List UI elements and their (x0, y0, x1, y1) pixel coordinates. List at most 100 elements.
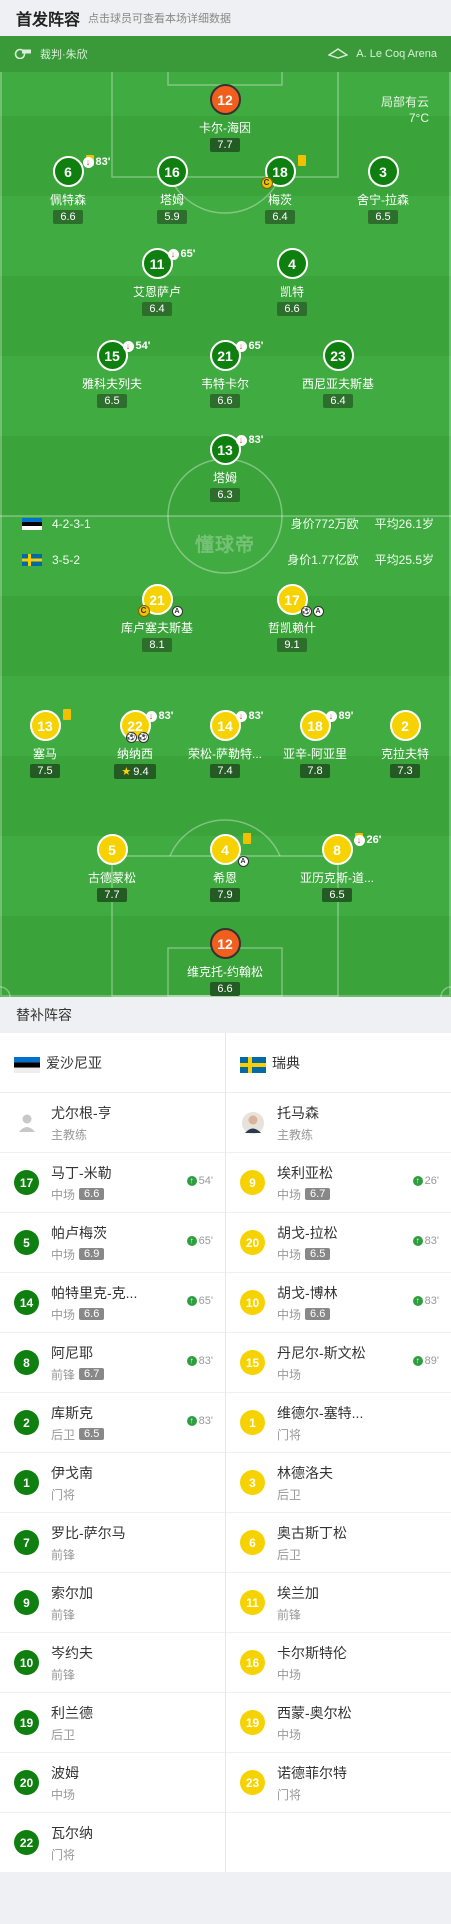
player-number: 10 (14, 1650, 39, 1675)
list-item[interactable]: 5 帕卢梅茨 中场 6.9 ↑ 65' (0, 1213, 225, 1273)
player-position: 中场 (51, 1247, 76, 1262)
assist-icon: A (312, 606, 324, 617)
list-item[interactable]: 2 库斯克 后卫 6.5 ↑ 83' (0, 1393, 225, 1453)
home-player-st[interactable]: 13 ↓ 83' 塔姆 6.3 (175, 434, 275, 502)
player-name: 帕卢梅茨 (51, 1224, 107, 1241)
sub-minute: 83' (248, 434, 264, 446)
weather-info: 局部有云 7°C (381, 94, 429, 126)
home-player-am1[interactable]: 15 ↓ 54' 雅科夫列夫 6.5 (62, 340, 162, 408)
player-name: 库卢塞夫斯基 (120, 621, 193, 635)
home-player-cb2[interactable]: 18 C 梅茨 6.4 (230, 155, 330, 224)
player-number: 2 (14, 1410, 39, 1435)
sub-out-icon: ↓ (235, 434, 247, 446)
away-coach[interactable]: 托马森 主教练 (226, 1093, 451, 1153)
home-player-am3[interactable]: 23 西尼亚夫斯基 6.4 (288, 340, 388, 408)
list-item[interactable]: 20 波姆 中场 (0, 1753, 225, 1813)
list-item[interactable]: 23 诺德菲尔特 门将 (226, 1753, 451, 1813)
away-player-lwb[interactable]: 2 克拉夫特 7.3 (355, 710, 451, 778)
sub-in-icon: ↑ (412, 1176, 423, 1186)
sub-in-icon: ↑ (412, 1296, 423, 1306)
away-player-cb2[interactable]: 4A 希恩 7.9 (175, 833, 275, 902)
list-item[interactable]: 10 胡戈-博林 中场 6.6 ↑ 83' (226, 1273, 451, 1333)
list-item[interactable]: 9 索尔加 前锋 (0, 1573, 225, 1633)
player-rating: 6.9 (79, 1248, 105, 1260)
player-rating: 6.4 (265, 210, 295, 224)
player-number: 9 (14, 1590, 39, 1615)
home-coach[interactable]: 尤尔根-亨 主教练 (0, 1093, 225, 1153)
player-number: 2 (389, 710, 421, 741)
list-item[interactable]: 22 瓦尔纳 门将 (0, 1813, 225, 1873)
lineup-header: 首发阵容 点击球员可查看本场详细数据 (0, 0, 451, 36)
player-rating: 9.4 (133, 765, 149, 778)
sub-out-icon: ↓ (325, 710, 337, 722)
player-name: 希恩 (212, 871, 237, 885)
player-rating: 6.7 (305, 1188, 331, 1200)
player-number: 1 (240, 1410, 265, 1435)
coach-name: 托马森 (277, 1104, 319, 1121)
player-number: 7 (14, 1530, 39, 1555)
list-item[interactable]: 20 胡戈-拉松 中场 6.5 ↑ 83' (226, 1213, 451, 1273)
player-name: 胡戈-博林 (277, 1284, 338, 1301)
list-item[interactable]: 6 奥古斯丁松 后卫 (226, 1513, 451, 1573)
sub-minute: 89' (424, 1355, 439, 1367)
player-number: 11 (149, 255, 165, 272)
home-player-rb[interactable]: 6 ↓ 83' 佩特森 6.6 (18, 155, 118, 224)
list-item[interactable]: 15 丹尼尔-斯文松 中场 ↑ 89' (226, 1333, 451, 1393)
player-position: 后卫 (51, 1427, 76, 1442)
away-player-rwb[interactable]: 13 塞马 7.5 (0, 709, 95, 778)
away-player-gk[interactable]: 12 维克托-约翰松 6.6 (175, 928, 275, 996)
list-item[interactable]: 19 西蒙-奥尔松 中场 (226, 1693, 451, 1753)
player-number: 12 (209, 84, 241, 115)
list-item[interactable]: 1 伊戈南 门将 (0, 1453, 225, 1513)
player-number: 21 (217, 347, 233, 364)
away-player-cb1[interactable]: 5 古德蒙松 7.7 (62, 834, 162, 902)
player-number: 1 (14, 1470, 39, 1495)
home-player-cb1[interactable]: 16 塔姆 5.9 (122, 156, 222, 224)
home-player-gk[interactable]: 12 卡尔-海因 7.7 (175, 84, 275, 152)
player-position: 后卫 (51, 1727, 76, 1742)
list-item[interactable]: 14 帕特里克-克... 中场 6.6 ↑ 65' (0, 1273, 225, 1333)
home-player-lb[interactable]: 3 舍宁-拉森 6.5 (333, 156, 433, 224)
away-value: 身价1.77亿欧 (287, 553, 359, 567)
away-bench-header: 瑞典 (226, 1033, 451, 1093)
assist-icon: A (237, 856, 249, 867)
sub-out-icon: ↓ (122, 340, 134, 352)
yellow-card-icon (297, 155, 306, 166)
list-item[interactable]: 3 林德洛夫 后卫 (226, 1453, 451, 1513)
list-item[interactable]: 10 岑约夫 前锋 (0, 1633, 225, 1693)
list-item[interactable]: 16 卡尔斯特伦 中场 (226, 1633, 451, 1693)
player-number: 9 (240, 1170, 265, 1195)
player-name: 利兰德 (51, 1704, 93, 1721)
player-number: 12 (209, 928, 241, 959)
player-rating: 6.5 (322, 888, 352, 902)
list-item[interactable]: 17 马丁-米勒 中场 6.6 ↑ 54' (0, 1153, 225, 1213)
player-name: 塔姆 (212, 471, 237, 485)
player-rating: 6.6 (79, 1188, 105, 1200)
player-rating: 7.3 (390, 764, 420, 778)
away-player-cm1[interactable]: 22 ↓ 83' ⚽ ⚽ 纳纳西 ★ 9.4 (85, 710, 185, 779)
sweden-flag-icon (22, 553, 42, 566)
home-player-dm2[interactable]: 4 凯特 6.6 (242, 248, 342, 316)
list-item[interactable]: 1 维德尔-塞特... 门将 (226, 1393, 451, 1453)
away-player-st1[interactable]: 21 C A 库卢塞夫斯基 8.1 (107, 584, 207, 652)
away-player-st2[interactable]: 17 ⚽ A 哲凯赖什 9.1 (242, 584, 342, 652)
player-name: 埃兰加 (277, 1584, 319, 1601)
away-player-cm2[interactable]: 14 ↓ 83' 荣松-萨勒特... 7.4 (175, 710, 275, 778)
away-player-cm3[interactable]: 18 ↓ 89' 亚辛-阿亚里 7.8 (265, 710, 365, 778)
list-item[interactable]: 11 埃兰加 前锋 (226, 1573, 451, 1633)
list-item[interactable]: 19 利兰德 后卫 (0, 1693, 225, 1753)
player-name: 岑约夫 (51, 1644, 93, 1661)
sub-in-icon: ↑ (412, 1356, 423, 1366)
list-item[interactable]: 7 罗比-萨尔马 前锋 (0, 1513, 225, 1573)
player-number: 15 (240, 1350, 265, 1375)
home-player-am2[interactable]: 21 ↓ 65' 韦特卡尔 6.6 (175, 340, 275, 408)
sub-minute: 83' (158, 710, 174, 722)
player-name: 雅科夫列夫 (81, 377, 142, 391)
sub-minute: 54' (135, 340, 151, 352)
list-item[interactable]: 8 阿尼耶 前锋 6.7 ↑ 83' (0, 1333, 225, 1393)
player-position: 门将 (277, 1787, 302, 1802)
away-player-cb3[interactable]: 8 ↓ 26' 亚历克斯-道... 6.5 (287, 833, 387, 902)
list-item[interactable]: 9 埃利亚松 中场 6.7 ↑ 26' (226, 1153, 451, 1213)
home-player-dm1[interactable]: 11 ↓ 65' 艾恩萨卢 6.4 (107, 248, 207, 316)
captain-icon: C (260, 177, 273, 189)
